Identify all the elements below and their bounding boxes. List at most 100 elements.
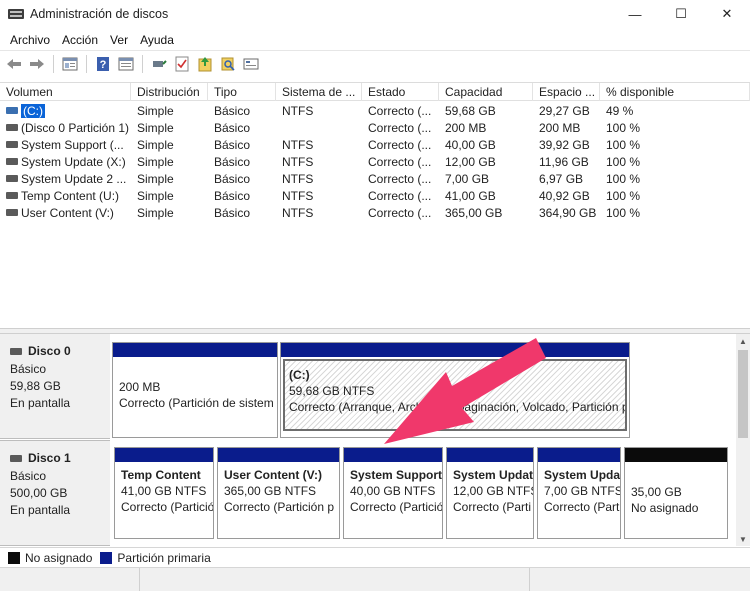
volume-capacity: 59,68 GB [445,103,496,118]
minimize-button[interactable]: — [612,0,658,28]
disk-management-icon [8,7,24,21]
volume-name: System Update (X:) [21,154,126,169]
table-row[interactable]: System Update 2 ... Simple Básico NTFS C… [0,170,750,187]
disk-0-label[interactable]: Disco 0 Básico 59,88 GB En pantalla [0,334,110,439]
volume-fs: NTFS [282,188,314,203]
partition-size: 41,00 GB NTFS [121,484,207,498]
column-header-espacio[interactable]: Espacio ... [533,83,600,101]
partition-title: System Upda [544,468,620,482]
disk-map-scrollbar[interactable]: ▲ ▼ [736,334,750,546]
disk-connect-icon[interactable] [149,54,169,74]
column-header-tipo[interactable]: Tipo [208,83,276,101]
primary-partition-bar [281,343,629,357]
column-header-distribucion[interactable]: Distribución [131,83,208,101]
volume-type: Básico [214,120,251,135]
partition-status: Correcto (Partició [350,500,442,514]
volume-status: Correcto (... [368,137,432,152]
unallocated-swatch [8,551,20,564]
column-header-disponible[interactable]: % disponible [600,83,750,101]
menu-ayuda[interactable]: Ayuda [134,33,180,47]
toolbar-separator [142,55,143,73]
volume-status: Correcto (... [368,120,432,135]
partition-status: Correcto (Partición de sistem [119,396,274,410]
status-bar [0,567,750,591]
menu-accion[interactable]: Acción [56,33,104,47]
partition-block[interactable]: User Content (V:) 365,00 GB NTFS Correct… [217,447,340,539]
menu-ver[interactable]: Ver [104,33,134,47]
partition-block-selected[interactable]: (C:) 59,68 GB NTFS Correcto (Arranque, A… [280,342,630,438]
partition-size: 200 MB [119,380,161,394]
settings-panel-icon[interactable] [241,54,261,74]
table-row[interactable]: System Update (X:) Simple Básico NTFS Co… [0,153,750,170]
volume-fs: NTFS [282,103,314,118]
volume-free: 29,27 GB [539,103,590,118]
column-header-estado[interactable]: Estado [362,83,439,101]
partition-title: Temp Content [121,468,201,482]
legend-primary: Partición primaria [117,550,211,565]
console-view-icon[interactable] [116,54,136,74]
volume-capacity: 7,00 GB [445,171,490,186]
checklist-icon[interactable] [172,54,192,74]
table-row[interactable]: (C:) Simple Básico NTFS Correcto (... 59… [0,102,750,119]
partition-size: 40,00 GB NTFS [350,484,436,498]
volume-capacity: 200 MB [445,120,487,135]
disk-icon [10,347,22,355]
volume-fs: NTFS [282,137,314,152]
help-icon[interactable]: ? [93,54,113,74]
window-title: Administración de discos [30,7,169,21]
partition-status: Correcto (Partición p [224,500,335,514]
volume-pct: 100 % [606,171,641,186]
volume-free: 40,92 GB [539,188,590,203]
primary-partition-bar [218,448,339,462]
primary-partition-bar [447,448,533,462]
volume-capacity: 365,00 GB [445,205,503,220]
disk-state: En pantalla [10,396,71,410]
svg-text:?: ? [100,59,107,71]
drive-icon [6,124,18,131]
table-row[interactable]: System Support (... Simple Básico NTFS C… [0,136,750,153]
partition-block[interactable]: System Updat 12,00 GB NTFS Correcto (Par… [446,447,534,539]
volume-type: Básico [214,171,251,186]
volume-layout: Simple [137,171,174,186]
search-disk-icon[interactable] [218,54,238,74]
disk-1-label[interactable]: Disco 1 Básico 500,00 GB En pantalla [0,440,110,546]
table-row[interactable]: User Content (V:) Simple Básico NTFS Cor… [0,204,750,221]
back-arrow-icon[interactable] [4,54,24,74]
partition-block[interactable]: 200 MB Correcto (Partición de sistem [112,342,278,438]
column-header-sistema[interactable]: Sistema de ... [276,83,362,101]
volume-pct: 100 % [606,137,641,152]
scroll-down-icon[interactable]: ▼ [736,532,750,546]
new-volume-icon[interactable] [195,54,215,74]
volume-type: Básico [214,154,251,169]
status-segment [0,568,140,591]
volume-status: Correcto (... [368,154,432,169]
table-row[interactable]: (Disco 0 Partición 1) Simple Básico Corr… [0,119,750,136]
unallocated-block[interactable]: 35,00 GB No asignado [624,447,728,539]
partition-block[interactable]: System Upda 7,00 GB NTFS Correcto (Parti [537,447,621,539]
volume-status: Correcto (... [368,103,432,118]
properties-icon[interactable] [60,54,80,74]
volume-status: Correcto (... [368,188,432,203]
primary-partition-bar [115,448,213,462]
disk-type: Básico [10,362,47,376]
partition-status: No asignado [631,501,699,515]
volume-layout: Simple [137,154,174,169]
scroll-up-icon[interactable]: ▲ [736,334,750,348]
forward-arrow-icon[interactable] [27,54,47,74]
column-header-capacidad[interactable]: Capacidad [439,83,533,101]
scroll-thumb[interactable] [738,350,748,438]
maximize-button[interactable]: ☐ [658,0,704,28]
partition-size: 59,68 GB NTFS [289,384,375,398]
disk-name: Disco 1 [28,451,71,465]
windows-drive-icon [6,107,18,114]
partition-block[interactable]: Temp Content 41,00 GB NTFS Correcto (Par… [114,447,214,539]
table-row[interactable]: Temp Content (U:) Simple Básico NTFS Cor… [0,187,750,204]
column-header-volumen[interactable]: Volumen [0,83,131,101]
partition-block[interactable]: System Support 40,00 GB NTFS Correcto (P… [343,447,443,539]
menu-archivo[interactable]: Archivo [4,33,56,47]
volume-layout: Simple [137,205,174,220]
close-button[interactable]: ✕ [704,0,750,28]
volume-name: User Content (V:) [21,205,114,220]
disk-size: 59,88 GB [10,379,61,393]
volume-rows: (C:) Simple Básico NTFS Correcto (... 59… [0,102,750,221]
